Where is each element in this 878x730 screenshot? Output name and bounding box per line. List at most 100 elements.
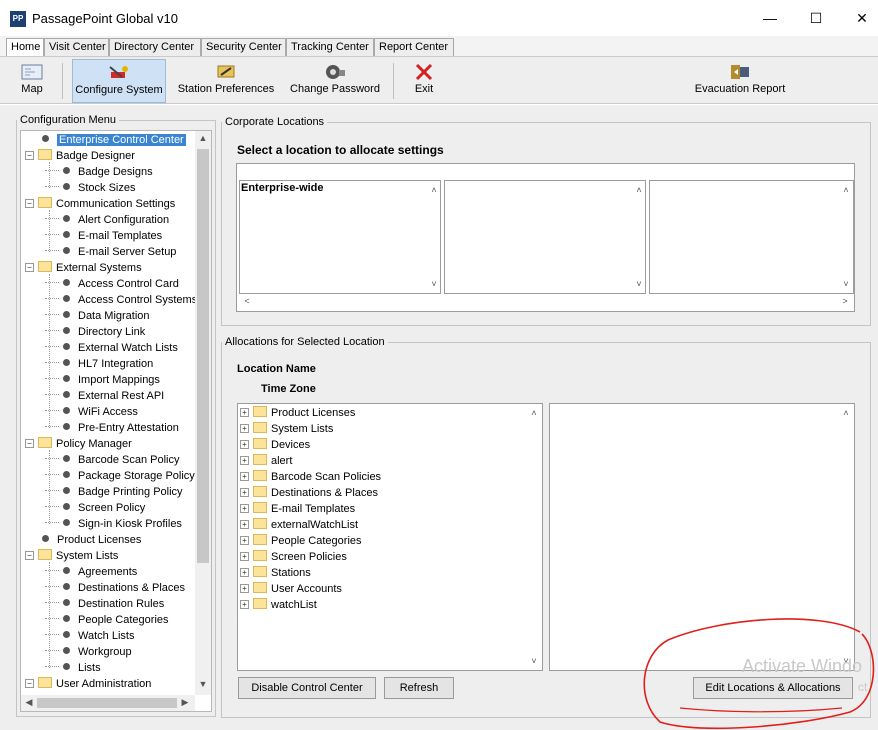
scroll-up-arrow-icon[interactable]: ˄ <box>840 408 852 418</box>
scroll-down-arrow-icon[interactable]: ▼ <box>197 679 209 689</box>
config-tree-item[interactable]: External Rest API <box>45 388 164 404</box>
scroll-down-arrow-icon[interactable]: ˅ <box>428 279 440 289</box>
location-enterprise-wide[interactable]: Enterprise-wide <box>241 182 324 194</box>
config-tree-item[interactable]: WiFi Access <box>45 404 138 420</box>
collapse-toggle-icon[interactable]: − <box>25 263 34 272</box>
scroll-right-arrow-icon[interactable]: ▶ <box>179 697 191 708</box>
tab-visit-center[interactable]: Visit Center <box>44 38 109 56</box>
expand-toggle-icon[interactable]: + <box>240 600 249 609</box>
config-tree-item[interactable]: Lists <box>45 660 101 676</box>
config-tree-item[interactable]: − Badge Designer <box>25 148 135 164</box>
exit-button[interactable]: Exit <box>404 59 444 103</box>
config-tree-item[interactable]: Badge Designs <box>45 164 153 180</box>
allocation-tree-item[interactable]: + Product Licenses <box>240 405 355 421</box>
expand-toggle-icon[interactable]: + <box>240 568 249 577</box>
tab-directory-center[interactable]: Directory Center <box>109 38 201 56</box>
location-column-1[interactable]: Enterprise-wide ˄ ˅ <box>239 180 441 294</box>
allocation-tree-item[interactable]: + Screen Policies <box>240 549 347 565</box>
allocation-tree-item[interactable]: + System Lists <box>240 421 333 437</box>
close-button[interactable]: ✕ <box>852 8 872 28</box>
allocation-tree-item[interactable]: + alert <box>240 453 292 469</box>
tab-home[interactable]: Home <box>6 38 44 56</box>
config-tree-item[interactable]: External Watch Lists <box>45 340 178 356</box>
scroll-right-arrow-icon[interactable]: ˃ <box>839 296 851 306</box>
config-tree-item[interactable]: Sign-in Kiosk Profiles <box>45 516 182 532</box>
expand-toggle-icon[interactable]: + <box>240 488 249 497</box>
config-tree-item[interactable]: Badge Printing Policy <box>45 484 183 500</box>
expand-toggle-icon[interactable]: + <box>240 472 249 481</box>
maximize-button[interactable]: ☐ <box>806 8 826 28</box>
location-column-2[interactable]: ˄ ˅ <box>444 180 646 294</box>
refresh-button[interactable]: Refresh <box>384 677 454 699</box>
config-tree-item[interactable]: Stock Sizes <box>45 180 135 196</box>
collapse-toggle-icon[interactable]: − <box>25 151 34 160</box>
minimize-button[interactable]: — <box>760 8 780 28</box>
scroll-up-arrow-icon[interactable]: ▲ <box>197 133 209 143</box>
tree-horizontal-scroll-thumb[interactable] <box>37 698 177 708</box>
change-password-button[interactable]: Change Password <box>288 59 382 103</box>
config-tree-item[interactable]: Destination Rules <box>45 596 164 612</box>
config-tree-item[interactable]: E-mail Server Setup <box>45 244 176 260</box>
config-tree-item[interactable]: Agreements <box>45 564 137 580</box>
scroll-down-arrow-icon[interactable]: ˅ <box>840 279 852 289</box>
config-tree-item[interactable]: − Policy Manager <box>25 436 132 452</box>
config-tree-item[interactable]: − Communication Settings <box>25 196 175 212</box>
config-tree-item[interactable]: Directory Link <box>45 324 145 340</box>
config-tree-item[interactable]: Barcode Scan Policy <box>45 452 180 468</box>
config-tree-item[interactable]: Import Mappings <box>45 372 160 388</box>
allocation-tree-item[interactable]: + People Categories <box>240 533 362 549</box>
config-tree-item[interactable]: Destinations & Places <box>45 580 185 596</box>
tree-horizontal-scrollbar[interactable]: ◀ ▶ <box>21 695 195 711</box>
expand-toggle-icon[interactable]: + <box>240 424 249 433</box>
scroll-left-arrow-icon[interactable]: ˂ <box>241 296 253 306</box>
config-tree-item[interactable]: Data Migration <box>45 308 150 324</box>
expand-toggle-icon[interactable]: + <box>240 520 249 529</box>
evacuation-report-button[interactable]: Evacuation Report <box>690 59 790 103</box>
scroll-down-arrow-icon[interactable]: ˅ <box>528 656 540 666</box>
expand-toggle-icon[interactable]: + <box>240 440 249 449</box>
expand-toggle-icon[interactable]: + <box>240 584 249 593</box>
allocation-tree-item[interactable]: + Devices <box>240 437 310 453</box>
scroll-up-arrow-icon[interactable]: ˄ <box>428 185 440 195</box>
allocation-tree-item[interactable]: + watchList <box>240 597 317 613</box>
allocation-tree-item[interactable]: + Barcode Scan Policies <box>240 469 381 485</box>
expand-toggle-icon[interactable]: + <box>240 408 249 417</box>
config-tree-item[interactable]: Alert Configuration <box>45 212 169 228</box>
tree-vertical-scrollbar[interactable]: ▲ ▼ <box>195 131 211 695</box>
expand-toggle-icon[interactable]: + <box>240 552 249 561</box>
config-tree-item[interactable]: − User Administration <box>25 676 151 692</box>
location-column-3[interactable]: ˄ ˅ <box>649 180 854 294</box>
scroll-up-arrow-icon[interactable]: ˄ <box>633 185 645 195</box>
collapse-toggle-icon[interactable]: − <box>25 679 34 688</box>
config-tree-item[interactable]: Package Storage Policy <box>45 468 195 484</box>
tab-report-center[interactable]: Report Center <box>374 38 454 56</box>
config-tree-item[interactable]: Product Licenses <box>25 532 141 548</box>
collapse-toggle-icon[interactable]: − <box>25 551 34 560</box>
tab-security-center[interactable]: Security Center <box>201 38 286 56</box>
collapse-toggle-icon[interactable]: − <box>25 439 34 448</box>
allocation-tree-item[interactable]: + User Accounts <box>240 581 342 597</box>
config-tree-item[interactable]: Pre-Entry Attestation <box>45 420 179 436</box>
allocation-tree-item[interactable]: + externalWatchList <box>240 517 358 533</box>
config-tree-item[interactable]: Access Control Systems <box>45 292 197 308</box>
configure-system-button[interactable]: Configure System <box>72 59 166 103</box>
map-button[interactable]: Map <box>10 59 54 103</box>
scroll-down-arrow-icon[interactable]: ˅ <box>633 279 645 289</box>
collapse-toggle-icon[interactable]: − <box>25 199 34 208</box>
expand-toggle-icon[interactable]: + <box>240 504 249 513</box>
edit-locations-allocations-button[interactable]: Edit Locations & Allocations <box>693 677 853 699</box>
config-tree-item[interactable]: − System Lists <box>25 548 118 564</box>
allocation-detail-list[interactable]: ˄ ˅ <box>549 403 855 671</box>
scroll-left-arrow-icon[interactable]: ◀ <box>23 697 35 708</box>
disable-control-center-button[interactable]: Disable Control Center <box>238 677 376 699</box>
tree-vertical-scroll-thumb[interactable] <box>197 149 209 563</box>
scroll-up-arrow-icon[interactable]: ˄ <box>528 408 540 418</box>
config-tree-item[interactable]: HL7 Integration <box>45 356 153 372</box>
config-tree-item[interactable]: Workgroup <box>45 644 132 660</box>
tab-tracking-center[interactable]: Tracking Center <box>286 38 374 56</box>
config-tree-item[interactable]: E-mail Templates <box>45 228 162 244</box>
scroll-up-arrow-icon[interactable]: ˄ <box>840 185 852 195</box>
config-tree-item[interactable]: Enterprise Control Center <box>25 132 186 148</box>
allocation-tree-item[interactable]: + Stations <box>240 565 311 581</box>
expand-toggle-icon[interactable]: + <box>240 456 249 465</box>
